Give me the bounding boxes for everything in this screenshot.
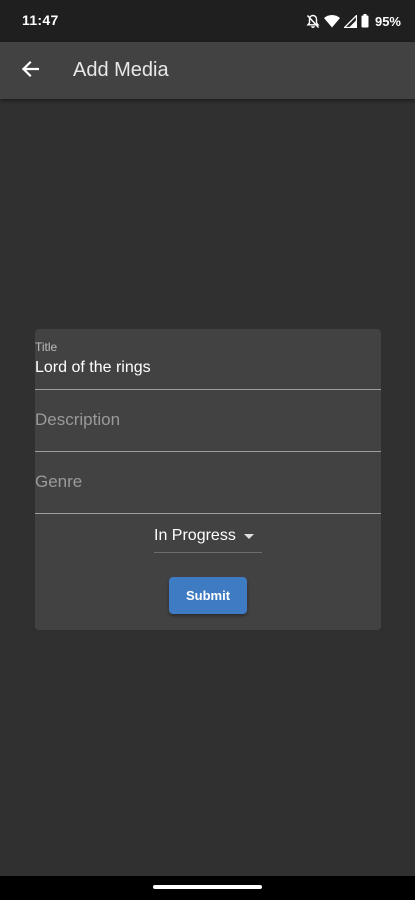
status-icons: 95%: [306, 11, 401, 31]
status-dropdown-value: In Progress: [154, 527, 236, 544]
genre-input[interactable]: [35, 470, 375, 494]
home-indicator[interactable]: [153, 885, 262, 889]
arrow-drop-down-icon: [244, 534, 254, 539]
signal-icon: [343, 14, 357, 28]
wifi-icon: [323, 14, 340, 28]
add-media-form-card: Title Lord of the rings In Progress Subm…: [35, 329, 381, 630]
page-title: Add Media: [73, 59, 169, 81]
screen: 11:47 95% Add Media Title Lord of the ri…: [0, 0, 415, 900]
status-time: 11:47: [22, 12, 59, 28]
battery-percentage: 95%: [374, 13, 401, 29]
back-button[interactable]: [10, 51, 50, 91]
description-field[interactable]: [35, 390, 381, 452]
navigation-bar: [0, 876, 415, 900]
genre-field[interactable]: [35, 452, 381, 514]
submit-button[interactable]: Submit: [169, 577, 247, 614]
status-bar: 11:47 95%: [0, 0, 415, 42]
status-dropdown[interactable]: In Progress: [154, 525, 262, 553]
arrow-back-icon: [21, 60, 40, 83]
title-field-value[interactable]: Lord of the rings: [35, 359, 375, 377]
app-bar: Add Media: [0, 42, 415, 99]
notifications-off-icon: [306, 14, 320, 29]
title-field[interactable]: Title Lord of the rings: [35, 329, 381, 390]
description-input[interactable]: [35, 408, 375, 432]
title-field-label: Title: [35, 340, 58, 354]
battery-icon: [361, 14, 369, 28]
